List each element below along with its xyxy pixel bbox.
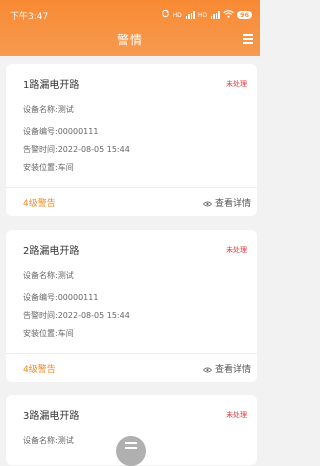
device-id-row: 设备编号:00000111 [23,292,98,303]
view-details-button[interactable]: 查看详情 [202,196,251,209]
eye-icon [202,200,213,206]
signal-icon [210,11,220,19]
sync-icon [161,9,170,21]
status-icons: HD HD 96 [161,9,252,21]
alarm-time-label: 告警时间: [23,145,58,154]
device-name-label: 设备名称: [23,271,58,280]
alarm-level: 4级警告 [23,199,56,209]
card-divider [6,353,257,354]
device-name-row: 设备名称:测试 [23,270,74,281]
device-id-value: 00000111 [57,127,99,136]
wifi-icon [223,9,234,21]
card-divider [6,187,257,188]
alarm-card[interactable]: 1路漏电开路 未处理 设备名称:测试 设备编号:00000111 告警时间:20… [6,64,257,216]
status-badge: 未处理 [226,411,247,419]
view-details-label: 查看详情 [214,365,251,375]
signal1-label: HD [172,11,182,19]
signal2-label: HD [197,11,207,19]
location-label: 安装位置: [23,329,58,338]
location-label: 安装位置: [23,163,58,172]
page-title: 警情 [116,33,143,47]
alarm-card[interactable]: 2路漏电开路 未处理 设备名称:测试 设备编号:00000111 告警时间:20… [6,230,257,382]
alarm-title: 2路漏电开路 [23,246,80,257]
alarm-time-row: 告警时间:2022-08-05 15:44 [23,310,130,321]
eye-icon [202,366,213,372]
view-details-button[interactable]: 查看详情 [202,362,251,375]
location-row: 安装位置:车间 [23,328,74,339]
status-badge: 未处理 [226,80,247,88]
battery-indicator: 96 [236,11,252,19]
alarm-time-value: 2022-08-05 15:44 [57,145,130,154]
signal-icon [185,11,195,19]
alarm-level: 4级警告 [23,365,56,375]
hamburger-menu-icon[interactable] [243,34,255,44]
status-bar: 下午3:47 HD HD 96 [0,0,260,26]
device-id-row: 设备编号:00000111 [23,126,98,137]
device-id-label: 设备编号: [23,127,58,136]
device-id-label: 设备编号: [23,293,58,302]
alarm-time-label: 告警时间: [23,311,58,320]
alarm-time-row: 告警时间:2022-08-05 15:44 [23,144,130,155]
location-value: 车间 [57,329,74,338]
status-badge: 未处理 [226,246,247,254]
device-name-value: 测试 [57,271,74,280]
device-name-label: 设备名称: [23,105,58,114]
alarm-title: 3路漏电开路 [23,411,80,422]
floating-menu-button[interactable] [116,436,146,466]
device-id-value: 00000111 [57,293,99,302]
device-name-value: 测试 [57,105,74,114]
alarm-time-value: 2022-08-05 15:44 [57,311,130,320]
alarm-title: 1路漏电开路 [23,80,80,91]
device-name-label: 设备名称: [23,436,58,445]
location-value: 车间 [57,163,74,172]
location-row: 安装位置:车间 [23,162,74,173]
device-name-value: 测试 [57,436,74,445]
view-details-label: 查看详情 [214,199,251,209]
device-name-row: 设备名称:测试 [23,104,74,115]
device-name-row: 设备名称:测试 [23,435,74,446]
status-time: 下午3:47 [10,12,49,22]
header: 下午3:47 HD HD 96 警情 [0,0,260,56]
